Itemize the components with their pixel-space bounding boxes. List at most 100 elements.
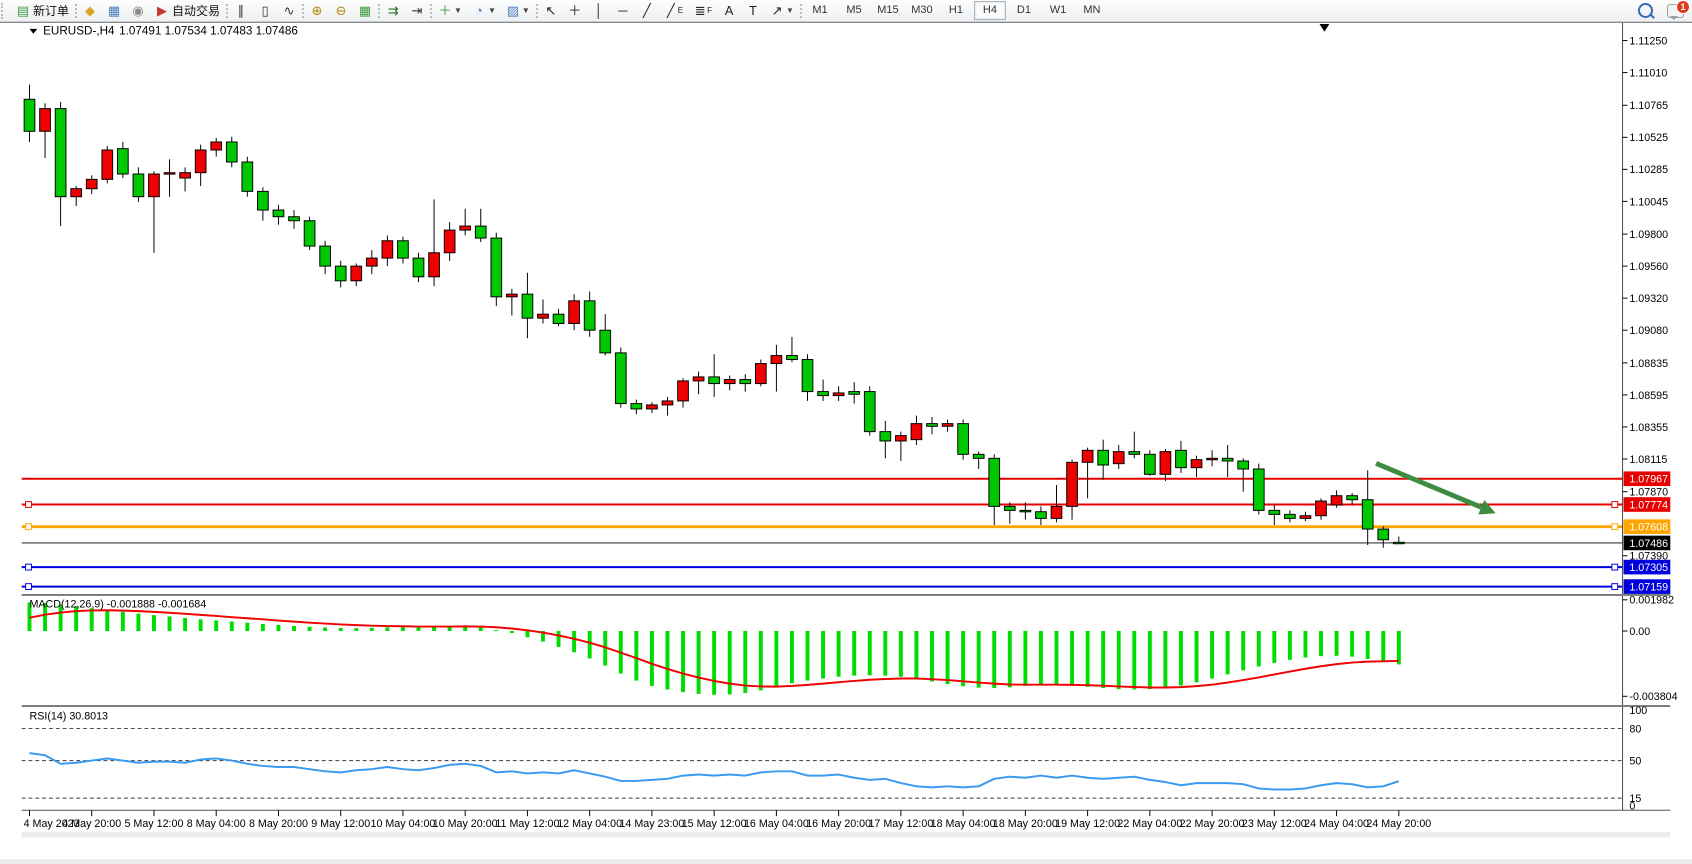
- vertical-line-button[interactable]: │: [588, 0, 610, 21]
- panel-splitter[interactable]: [22, 594, 1671, 596]
- navigator-button[interactable]: ◉: [127, 0, 149, 21]
- panel-splitter[interactable]: [22, 705, 1671, 707]
- time-tick-label: 10 May 04:00: [371, 818, 436, 830]
- macd-bar: [1163, 631, 1167, 688]
- candle-body: [475, 226, 486, 238]
- market-watch-icon: ◆: [83, 4, 97, 17]
- timeframe-m5[interactable]: M5: [838, 1, 870, 20]
- candle-body: [1393, 542, 1404, 543]
- line-handle[interactable]: [26, 524, 32, 530]
- templates-button[interactable]: ▨▼: [502, 0, 534, 21]
- candle-body: [1020, 510, 1031, 511]
- horizontal-line-button[interactable]: ─: [612, 0, 634, 21]
- timeframe-d1[interactable]: D1: [1008, 1, 1040, 20]
- candle-body: [849, 392, 860, 395]
- cursor-icon: ↖: [544, 4, 558, 17]
- timeframe-m15[interactable]: M15: [872, 1, 904, 20]
- autotrading-button[interactable]: ▶自动交易: [151, 0, 224, 21]
- market-watch-button[interactable]: ◆: [79, 0, 101, 21]
- chart-window[interactable]: EURUSD-,H41.07491 1.07534 1.07483 1.0748…: [0, 22, 1692, 859]
- chart-shift-icon: ⇥: [410, 4, 424, 17]
- price-tick-label: 1.10285: [1629, 164, 1668, 176]
- candle-body: [211, 142, 222, 150]
- zoom-out-button[interactable]: ⊖: [330, 0, 352, 21]
- macd-bar: [961, 631, 965, 686]
- chevron-down-icon[interactable]: ▼: [522, 6, 530, 15]
- chart-shift-button[interactable]: ⇥: [406, 0, 428, 21]
- candle-body: [833, 393, 844, 396]
- candle-body: [911, 424, 922, 440]
- periods-button[interactable]: ◔▼: [468, 0, 500, 21]
- zoom-in-button[interactable]: ⊕: [306, 0, 328, 21]
- candle-body: [117, 149, 128, 174]
- data-window-button[interactable]: ▦: [103, 0, 125, 21]
- toolbar-separator: [302, 4, 304, 18]
- text-button[interactable]: A: [718, 0, 740, 21]
- line-handle[interactable]: [26, 502, 32, 508]
- search-icon[interactable]: [1638, 3, 1653, 18]
- chevron-down-icon[interactable]: ▼: [488, 6, 496, 15]
- price-tick-label: 1.08355: [1629, 422, 1668, 434]
- line-handle[interactable]: [1612, 584, 1618, 590]
- line-handle[interactable]: [1612, 502, 1618, 508]
- indicators-button[interactable]: ＋▼: [434, 0, 466, 21]
- candle-body: [958, 424, 969, 455]
- new-order-icon: ▤: [16, 4, 30, 17]
- tile-windows-button[interactable]: ▦: [354, 0, 376, 21]
- macd-bar: [588, 631, 592, 658]
- arrows-button[interactable]: ↗▼: [766, 0, 798, 21]
- macd-bar: [1023, 631, 1027, 686]
- toolbar-grip[interactable]: [1, 3, 10, 19]
- timeframe-mn[interactable]: MN: [1076, 1, 1108, 20]
- candle-body: [740, 380, 751, 384]
- timeframe-m30[interactable]: M30: [906, 1, 938, 20]
- candle-body: [258, 191, 269, 210]
- eurusd-h4-chart[interactable]: EURUSD-,H41.07491 1.07534 1.07483 1.0748…: [0, 23, 1692, 859]
- chevron-down-icon[interactable]: ▼: [786, 6, 794, 15]
- candle-body: [1191, 460, 1202, 468]
- auto-scroll-icon: ⇉: [386, 4, 400, 17]
- timeframe-h1[interactable]: H1: [940, 1, 972, 20]
- toolbar-separator: [430, 4, 432, 18]
- crosshair-button[interactable]: ＋: [564, 0, 586, 21]
- notifications-icon[interactable]: 1: [1667, 4, 1684, 18]
- price-tick-label: 1.11010: [1629, 67, 1667, 79]
- channel-button[interactable]: ╱E: [660, 0, 687, 21]
- price-marker-label: 1.07774: [1629, 499, 1668, 511]
- macd-bar: [385, 627, 389, 631]
- crosshair-icon: ＋: [568, 4, 582, 17]
- timeframe-m1[interactable]: M1: [804, 1, 836, 20]
- arrows-icon: ↗: [770, 4, 784, 17]
- macd-bar: [417, 627, 421, 631]
- macd-bar: [930, 631, 934, 681]
- fibonacci-button[interactable]: ≣F: [689, 0, 716, 21]
- macd-bar: [1226, 631, 1230, 674]
- line-handle[interactable]: [1612, 524, 1618, 530]
- timeframe-w1[interactable]: W1: [1042, 1, 1074, 20]
- new-order-button[interactable]: ▤新订单: [12, 0, 73, 21]
- chevron-down-icon[interactable]: ▼: [454, 6, 462, 15]
- macd-axis-label: 0.00: [1629, 626, 1650, 638]
- trendline-button[interactable]: ╱: [636, 0, 658, 21]
- auto-scroll-button[interactable]: ⇉: [382, 0, 404, 21]
- timeframe-h4[interactable]: H4: [974, 1, 1006, 20]
- text-label-button[interactable]: T: [742, 0, 764, 21]
- fibonacci-icon: ≣: [693, 4, 707, 17]
- bar-chart-button[interactable]: ∥: [230, 0, 252, 21]
- candle-body: [1316, 501, 1327, 516]
- candlestick-chart-button[interactable]: ▯: [254, 0, 276, 21]
- macd-bar: [1117, 631, 1121, 689]
- candle-body: [553, 314, 564, 323]
- line-handle[interactable]: [1612, 564, 1618, 570]
- cursor-button[interactable]: ↖: [540, 0, 562, 21]
- toolbar-separator: [800, 4, 802, 18]
- macd-bar: [759, 631, 763, 690]
- macd-bar: [308, 627, 312, 631]
- line-handle[interactable]: [26, 564, 32, 570]
- line-handle[interactable]: [26, 584, 32, 590]
- macd-bar: [712, 631, 716, 695]
- toolbar-buttons: ▤新订单◆▦◉▶自动交易∥▯∿⊕⊖▦⇉⇥＋▼◔▼▨▼↖＋│─╱╱E≣FAT↗▼: [11, 0, 803, 21]
- line-chart-button[interactable]: ∿: [278, 0, 300, 21]
- periods-icon: ◔: [472, 4, 486, 17]
- macd-bar: [1397, 631, 1401, 664]
